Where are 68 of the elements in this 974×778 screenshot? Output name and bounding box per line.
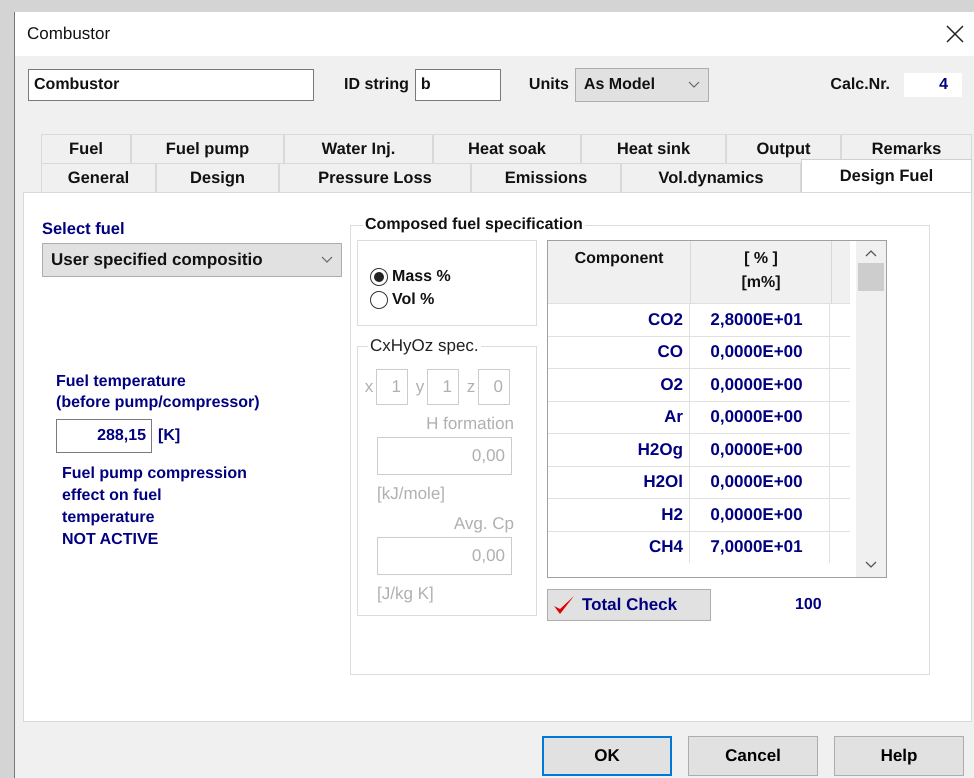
table-cell[interactable]: O2 bbox=[548, 369, 690, 400]
radio-option[interactable]: Vol % bbox=[370, 288, 536, 311]
column-header: Component bbox=[548, 241, 691, 303]
tab[interactable]: Pressure Loss bbox=[279, 163, 471, 192]
tab[interactable]: Design bbox=[156, 163, 279, 192]
fuel-dropdown[interactable]: User specified compositio bbox=[42, 243, 342, 277]
avg-cp-unit: [J/kg K] bbox=[376, 583, 435, 605]
dialog-button[interactable]: OK bbox=[542, 736, 672, 776]
tab[interactable]: Output bbox=[726, 134, 841, 163]
close-icon[interactable] bbox=[946, 25, 964, 43]
dialog-button[interactable]: Help bbox=[834, 736, 964, 776]
scrollbar[interactable] bbox=[856, 241, 886, 577]
tab[interactable]: Fuel bbox=[41, 134, 131, 163]
select-fuel-label: Select fuel bbox=[42, 219, 125, 239]
table-cell[interactable]: CO2 bbox=[548, 304, 690, 336]
table-cell[interactable]: H2 bbox=[548, 499, 690, 530]
calc-nr-label: Calc.Nr. bbox=[830, 76, 890, 94]
table-cell[interactable]: CO bbox=[548, 336, 690, 368]
tab[interactable]: Fuel pump bbox=[131, 134, 284, 163]
dialog-button[interactable]: Cancel bbox=[688, 736, 818, 776]
window-title: Combustor bbox=[27, 24, 110, 44]
fuel-temperature-field[interactable]: 288,15 bbox=[56, 419, 152, 453]
table-cell[interactable]: H2Ol bbox=[548, 466, 690, 498]
table-cell[interactable]: 7,0000E+01 bbox=[690, 532, 830, 563]
table-cell[interactable]: 2,8000E+01 bbox=[690, 304, 830, 336]
coefficient-label: x bbox=[364, 377, 374, 397]
radio-option[interactable]: Mass % bbox=[370, 265, 536, 288]
name-field[interactable]: Combustor bbox=[28, 69, 314, 101]
table-cell[interactable]: 0,0000E+00 bbox=[690, 434, 830, 466]
pump-effect-status: NOT ACTIVE bbox=[62, 530, 158, 550]
scroll-up-icon[interactable] bbox=[865, 249, 877, 257]
column-header: [ % ] [m%] bbox=[691, 241, 832, 303]
table-cell[interactable]: CH4 bbox=[548, 532, 690, 563]
pump-effect-note: Fuel pump compression effect on fuel temperature bbox=[62, 464, 247, 528]
tab[interactable]: Vol.dynamics bbox=[621, 163, 801, 192]
fuel-temperature-label: Fuel temperature (before pump/compressor) bbox=[56, 372, 260, 413]
h-formation-unit: [kJ/mole] bbox=[376, 483, 446, 505]
tab[interactable]: Heat soak bbox=[433, 134, 581, 163]
check-icon bbox=[552, 594, 576, 616]
tab[interactable]: Design Fuel bbox=[801, 159, 972, 192]
table-cell[interactable]: 0,0000E+00 bbox=[690, 499, 830, 530]
calc-nr-value: 4 bbox=[904, 73, 962, 97]
id-string-label: ID string bbox=[344, 76, 409, 94]
total-value: 100 bbox=[795, 596, 822, 614]
h-formation-label: H formation bbox=[425, 413, 515, 435]
coefficient-label: z bbox=[466, 377, 476, 397]
scroll-thumb[interactable] bbox=[858, 263, 884, 291]
units-label: Units bbox=[528, 76, 569, 94]
temperature-unit: [K] bbox=[158, 427, 180, 445]
avg-cp-label: Avg. Cp bbox=[452, 513, 515, 535]
scroll-down-icon[interactable] bbox=[865, 561, 877, 569]
coefficient-label: y bbox=[414, 377, 426, 397]
group-title: Composed fuel specification bbox=[363, 215, 585, 235]
table-cell[interactable]: 0,0000E+00 bbox=[690, 466, 830, 498]
units-dropdown[interactable]: As Model bbox=[574, 68, 709, 102]
tab[interactable]: Water Inj. bbox=[284, 134, 433, 163]
chevron-down-icon bbox=[688, 81, 700, 89]
table-cell[interactable]: 0,0000E+00 bbox=[690, 402, 830, 433]
tab[interactable]: Heat sink bbox=[581, 134, 726, 163]
id-string-field[interactable]: b bbox=[414, 69, 501, 101]
table-cell[interactable]: 0,0000E+00 bbox=[690, 369, 830, 400]
table-cell[interactable]: H2Og bbox=[548, 434, 690, 466]
total-check-button[interactable]: Total Check bbox=[547, 589, 711, 621]
chevron-down-icon bbox=[321, 256, 333, 264]
tab[interactable]: General bbox=[41, 163, 156, 192]
table-cell[interactable]: Ar bbox=[548, 402, 690, 433]
table-cell[interactable]: 0,0000E+00 bbox=[690, 336, 830, 368]
tab[interactable]: Emissions bbox=[471, 163, 621, 192]
